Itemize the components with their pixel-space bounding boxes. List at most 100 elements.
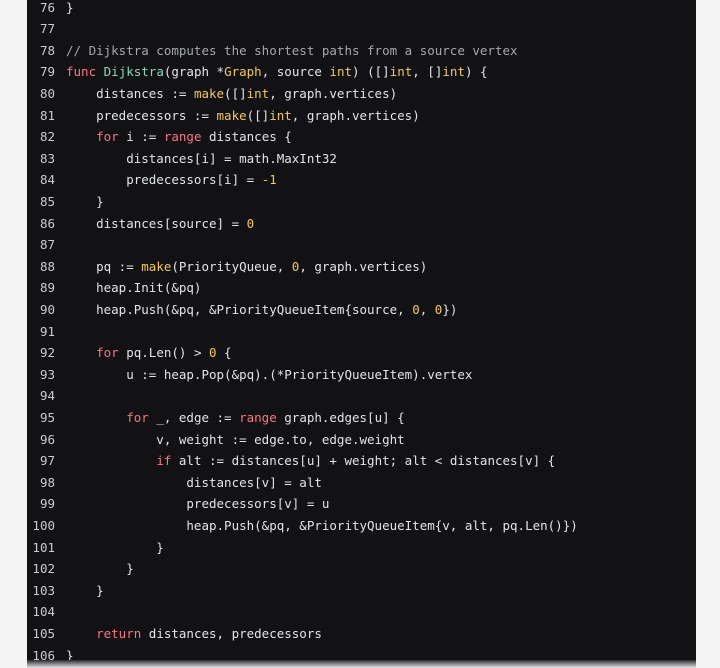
line-number: 99	[39, 496, 55, 512]
code-token: Dijkstra	[103, 64, 164, 80]
line-number: 94	[39, 388, 55, 404]
line-number: 103	[32, 582, 55, 598]
code-line: 86 distances[source] = 0	[27, 213, 254, 235]
line-number: 90	[39, 301, 55, 317]
code-token: // Dijkstra computes the shortest paths …	[66, 42, 518, 58]
line-code: distances[source] = 0	[66, 216, 254, 231]
code-line: 77	[27, 18, 66, 40]
code-line: 87	[27, 234, 66, 256]
code-token: , source	[261, 64, 330, 80]
code-token: predecessors :=	[66, 107, 217, 123]
code-line: 93 u := heap.Pop(&pq).(*PriorityQueueIte…	[27, 364, 472, 386]
code-line: 82 for i := range distances {	[27, 126, 292, 148]
line-code: }	[66, 0, 74, 15]
code-token: make	[216, 107, 247, 123]
code-token: predecessors[v] = u	[66, 496, 330, 512]
code-token: 0	[412, 301, 420, 317]
line-code: // Dijkstra computes the shortest paths …	[66, 43, 518, 58]
code-token: distances, predecessors	[141, 625, 322, 641]
code-token: -1	[261, 172, 277, 188]
code-token: v, weight := edge.to, edge.weight	[66, 431, 405, 447]
code-token: return	[96, 625, 142, 641]
line-number: 105	[32, 625, 55, 641]
code-token: distances[source] =	[66, 215, 247, 231]
code-token: , graph.vertices)	[299, 258, 428, 274]
code-token: u := heap.Pop(&pq).(*PriorityQueueItem).…	[66, 366, 473, 382]
line-code: u := heap.Pop(&pq).(*PriorityQueueItem).…	[66, 367, 472, 382]
line-code: heap.Push(&pq, &PriorityQueueItem{source…	[66, 302, 457, 317]
code-token: ) {	[464, 64, 488, 80]
line-number: 84	[39, 172, 55, 188]
code-line: 81 predecessors := make([]int, graph.ver…	[27, 105, 420, 127]
code-token: range	[163, 129, 202, 145]
code-token: , graph.vertices)	[291, 107, 420, 123]
code-line: 80 distances := make([]int, graph.vertic…	[27, 83, 397, 105]
code-line: 90 heap.Push(&pq, &PriorityQueueItem{sou…	[27, 299, 457, 321]
line-number: 101	[32, 539, 55, 555]
line-code: predecessors[i] = -1	[66, 172, 277, 187]
code-token: , []	[412, 64, 443, 80]
code-line: 101 }	[27, 537, 164, 559]
code-token: ([]	[224, 85, 247, 101]
code-line: 88 pq := make(PriorityQueue, 0, graph.ve…	[27, 256, 427, 278]
line-code: heap.Push(&pq, &PriorityQueueItem{v, alt…	[66, 518, 577, 533]
line-code: v, weight := edge.to, edge.weight	[66, 431, 405, 447]
code-token: func	[66, 64, 104, 80]
code-token: distances[v] = alt	[66, 474, 322, 490]
line-number: 81	[39, 107, 55, 123]
code-line: 92 for pq.Len() > 0 {	[27, 342, 232, 364]
line-code: }	[66, 540, 164, 555]
line-code: heap.Init(&pq)	[66, 280, 201, 295]
code-line: 99 predecessors[v] = u	[27, 493, 329, 515]
line-number: 80	[39, 85, 55, 101]
panel-bottom-edge	[27, 660, 696, 668]
code-token: }	[66, 193, 104, 209]
code-token: 0	[209, 345, 217, 361]
code-line: 104	[27, 601, 66, 623]
line-number: 79	[39, 64, 55, 80]
code-token: make	[193, 85, 225, 101]
code-token: Graph	[224, 64, 262, 80]
line-number: 104	[32, 604, 55, 620]
code-token: (PriorityQueue,	[171, 258, 292, 274]
code-line: 79 func Dijkstra(graph *Graph, source int…	[27, 61, 488, 83]
code-token: pq :=	[66, 258, 142, 274]
code-token: distances {	[201, 129, 292, 145]
line-number: 93	[39, 366, 55, 382]
code-token: , graph.vertices)	[269, 85, 398, 101]
line-code: if alt := distances[u] + weight; alt < d…	[66, 453, 555, 468]
line-number: 83	[39, 150, 55, 166]
line-number: 98	[39, 474, 55, 490]
code-line: 89 heap.Init(&pq)	[27, 277, 202, 299]
code-token: heap.Init(&pq)	[66, 280, 202, 296]
line-number: 82	[39, 129, 55, 145]
code-token: })	[442, 301, 458, 317]
code-line: 100 heap.Push(&pq, &PriorityQueueItem{v,…	[27, 515, 577, 537]
line-number: 91	[39, 323, 55, 339]
code-line: 78 // Dijkstra computes the shortest path…	[27, 40, 518, 62]
code-token: for	[96, 129, 119, 145]
line-number: 96	[39, 431, 55, 447]
code-line: 95 for _, edge := range graph.edges[u] {	[27, 407, 405, 429]
line-number: 89	[39, 280, 55, 296]
line-code: }	[66, 194, 104, 209]
code-line: 94	[27, 385, 66, 407]
line-number: 100	[32, 517, 55, 533]
code-line: 84 predecessors[i] = -1	[27, 169, 277, 191]
line-number: 78	[39, 42, 55, 58]
code-line: 98 distances[v] = alt	[27, 472, 322, 494]
code-token: for	[96, 345, 119, 361]
line-number: 97	[39, 453, 55, 469]
code-token: _, edge :=	[148, 409, 240, 425]
code-token: }	[66, 0, 74, 15]
line-code: distances[v] = alt	[66, 474, 322, 490]
code-token: graph.edges[u] {	[276, 409, 405, 425]
code-token: int	[442, 64, 465, 80]
code-token: range	[239, 409, 277, 425]
code-token: {	[216, 345, 232, 361]
code-token: i :=	[118, 129, 164, 145]
line-number: 77	[39, 21, 55, 37]
code-token: distances :=	[66, 85, 194, 101]
